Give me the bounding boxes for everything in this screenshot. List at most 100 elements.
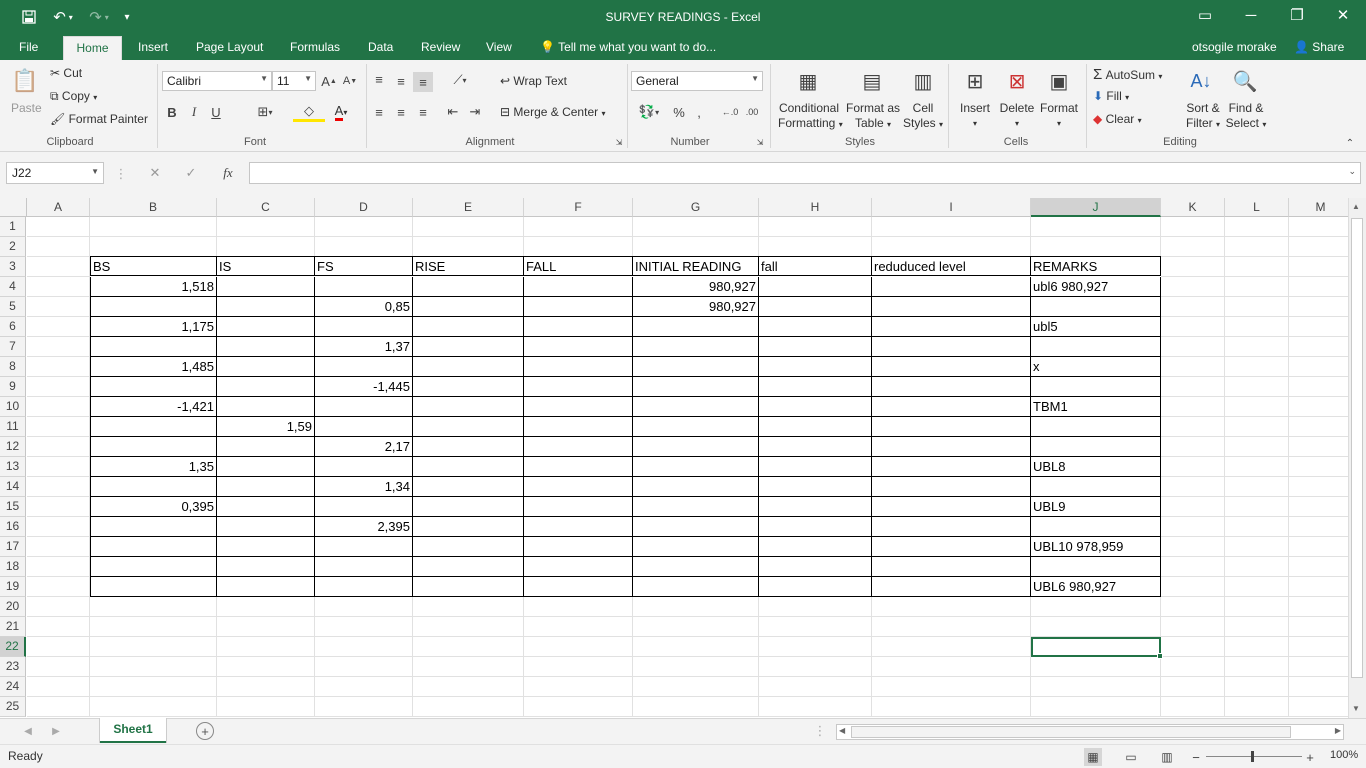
cell-a1[interactable] <box>27 217 90 237</box>
cell-d17[interactable] <box>315 537 413 557</box>
cell-h17[interactable] <box>759 537 872 557</box>
cell-e24[interactable] <box>413 677 524 697</box>
cell-a25[interactable] <box>27 697 90 717</box>
number-format-select[interactable]: General ▼ <box>631 71 763 91</box>
cell-h20[interactable] <box>759 597 872 617</box>
cell-l9[interactable] <box>1225 377 1289 397</box>
cell-b20[interactable] <box>90 597 217 617</box>
row-header-13[interactable]: 13 <box>0 457 26 477</box>
cell-m12[interactable] <box>1289 437 1348 457</box>
cell-e5[interactable] <box>413 297 524 317</box>
dialog-launcher-icon[interactable]: ⇲ <box>614 136 624 148</box>
bottom-align-icon[interactable]: ≡ <box>413 72 433 92</box>
format-painter-button[interactable]: 🖌 Format Painter <box>50 112 148 126</box>
cell-c19[interactable] <box>217 577 315 597</box>
row-header-16[interactable]: 16 <box>0 517 26 537</box>
column-header-a[interactable]: A <box>27 198 90 217</box>
cell-f18[interactable] <box>524 557 633 577</box>
cell-e13[interactable] <box>413 457 524 477</box>
cell-i22[interactable] <box>872 637 1031 657</box>
tab-home[interactable]: Home <box>63 36 122 60</box>
cell-h13[interactable] <box>759 457 872 477</box>
cell-k15[interactable] <box>1161 497 1225 517</box>
align-right-icon[interactable]: ≡ <box>414 102 432 122</box>
cell-i24[interactable] <box>872 677 1031 697</box>
row-header-3[interactable]: 3 <box>0 257 26 277</box>
cell-k3[interactable] <box>1161 257 1225 277</box>
tab-file[interactable]: File <box>19 40 38 54</box>
cell-f24[interactable] <box>524 677 633 697</box>
cell-c5[interactable] <box>217 297 315 317</box>
borders-icon[interactable]: ⊞ ▾ <box>250 102 280 122</box>
cell-f1[interactable] <box>524 217 633 237</box>
sort-filter-icon[interactable]: A↓ <box>1186 66 1216 96</box>
format-as-table-icon[interactable]: ▤ <box>857 66 887 96</box>
cell-g2[interactable] <box>633 237 759 257</box>
fill-color-icon[interactable]: ◇ <box>293 102 325 122</box>
ribbon-display-icon[interactable]: ▭ <box>1190 6 1220 28</box>
cell-b3[interactable]: BS <box>90 256 217 276</box>
cell-f3[interactable]: FALL <box>524 256 633 276</box>
cell-g14[interactable] <box>633 477 759 497</box>
cell-b16[interactable] <box>90 517 217 537</box>
cell-l16[interactable] <box>1225 517 1289 537</box>
scroll-left-icon[interactable]: ◀ <box>839 726 845 735</box>
cell-h11[interactable] <box>759 417 872 437</box>
cell-h22[interactable] <box>759 637 872 657</box>
clear-button[interactable]: ◆ Clear ▾ <box>1093 112 1142 126</box>
page-layout-view-icon[interactable]: ▭ <box>1122 748 1140 766</box>
prev-sheet-icon[interactable]: ◀ <box>22 724 34 738</box>
cell-f8[interactable] <box>524 357 633 377</box>
cell-k10[interactable] <box>1161 397 1225 417</box>
increase-indent-icon[interactable]: ⇥ <box>466 102 484 122</box>
bold-icon[interactable]: B <box>164 102 180 122</box>
cell-k24[interactable] <box>1161 677 1225 697</box>
cell-d22[interactable] <box>315 637 413 657</box>
row-header-8[interactable]: 8 <box>0 357 26 377</box>
cell-l14[interactable] <box>1225 477 1289 497</box>
cell-k9[interactable] <box>1161 377 1225 397</box>
cell-j21[interactable] <box>1031 617 1161 637</box>
cell-j15[interactable]: UBL9 <box>1031 497 1161 517</box>
cell-b5[interactable] <box>90 297 217 317</box>
cell-f16[interactable] <box>524 517 633 537</box>
row-header-17[interactable]: 17 <box>0 537 26 557</box>
cell-g6[interactable] <box>633 317 759 337</box>
zoom-level[interactable]: 100% <box>1330 749 1358 761</box>
cell-j5[interactable] <box>1031 297 1161 317</box>
cell-e3[interactable]: RISE <box>413 256 524 276</box>
cell-b11[interactable] <box>90 417 217 437</box>
enter-icon[interactable]: ✓ <box>182 164 200 182</box>
font-color-icon[interactable]: A ▾ <box>326 102 356 122</box>
horizontal-scrollbar[interactable]: ◀ ▶ <box>836 724 1344 740</box>
cell-g19[interactable] <box>633 577 759 597</box>
cell-d20[interactable] <box>315 597 413 617</box>
cell-m2[interactable] <box>1289 237 1348 257</box>
cell-m22[interactable] <box>1289 637 1348 657</box>
cell-h19[interactable] <box>759 577 872 597</box>
cell-i25[interactable] <box>872 697 1031 717</box>
cell-f7[interactable] <box>524 337 633 357</box>
cell-k13[interactable] <box>1161 457 1225 477</box>
cell-a8[interactable] <box>27 357 90 377</box>
cell-h12[interactable] <box>759 437 872 457</box>
format-cells-icon[interactable]: ▣ <box>1044 66 1074 96</box>
cell-a3[interactable] <box>27 257 90 277</box>
cell-a21[interactable] <box>27 617 90 637</box>
cell-c23[interactable] <box>217 657 315 677</box>
zoom-out-icon[interactable]: − <box>1190 748 1202 766</box>
cell-a18[interactable] <box>27 557 90 577</box>
cell-k5[interactable] <box>1161 297 1225 317</box>
cell-c6[interactable] <box>217 317 315 337</box>
column-header-l[interactable]: L <box>1225 198 1289 217</box>
restore-button[interactable]: ❐ <box>1282 6 1312 28</box>
cell-b13[interactable]: 1,35 <box>90 457 217 477</box>
cell-c17[interactable] <box>217 537 315 557</box>
cell-h9[interactable] <box>759 377 872 397</box>
cell-i1[interactable] <box>872 217 1031 237</box>
row-header-4[interactable]: 4 <box>0 277 26 297</box>
row-header-15[interactable]: 15 <box>0 497 26 517</box>
cell-m7[interactable] <box>1289 337 1348 357</box>
share-button[interactable]: 👤 Share <box>1294 40 1344 54</box>
cell-c3[interactable]: IS <box>217 256 315 276</box>
